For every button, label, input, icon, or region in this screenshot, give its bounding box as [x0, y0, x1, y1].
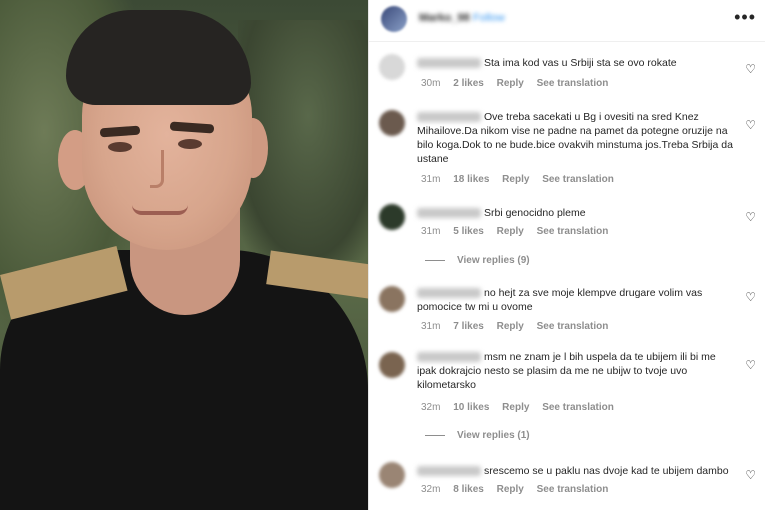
view-replies-button[interactable]: View replies (1): [425, 430, 530, 441]
comments-panel: Marko_98 Follow ••• Sta ima kod vas u Sr…: [368, 0, 765, 510]
comment-likes[interactable]: 5 likes: [453, 226, 484, 237]
see-translation-link[interactable]: See translation: [542, 402, 614, 413]
follow-button[interactable]: Follow: [473, 12, 505, 24]
comment-likes[interactable]: 7 likes: [453, 321, 484, 332]
comment-time: 32m: [421, 402, 441, 413]
commenter-username[interactable]: [417, 288, 481, 299]
comment-meta: 31m 18 likes Reply See translation: [421, 174, 624, 185]
see-translation-link[interactable]: See translation: [537, 78, 609, 89]
heart-icon[interactable]: ♡: [745, 468, 756, 482]
commenter-avatar[interactable]: [379, 352, 405, 378]
more-horizontal-icon[interactable]: •••: [734, 8, 756, 26]
see-translation-link[interactable]: See translation: [537, 484, 609, 495]
see-translation-link[interactable]: See translation: [537, 321, 609, 332]
commenter-username[interactable]: [417, 466, 481, 477]
reply-button[interactable]: Reply: [497, 78, 524, 89]
hair: [66, 10, 251, 105]
divider-line: [425, 434, 445, 436]
view-replies-button[interactable]: View replies (9): [425, 255, 530, 266]
comment-text: msm ne znam je l bih uspela da te ubijem…: [417, 351, 716, 391]
comment-time: 30m: [421, 78, 441, 89]
comment-time: 31m: [421, 226, 441, 237]
commenter-username[interactable]: [417, 112, 481, 123]
comment-meta: 31m 5 likes Reply See translation: [421, 226, 618, 237]
comment-meta: 30m 2 likes Reply See translation: [421, 78, 618, 89]
see-translation-link[interactable]: See translation: [542, 174, 614, 185]
comment-text: srescemo se u paklu nas dvoje kad te ubi…: [417, 464, 737, 478]
commenter-avatar[interactable]: [379, 110, 405, 136]
heart-icon[interactable]: ♡: [745, 62, 756, 76]
commenter-username[interactable]: [417, 352, 481, 363]
heart-icon[interactable]: ♡: [745, 290, 756, 304]
nose: [150, 150, 164, 188]
comment-text: Ove treba sacekati u Bg i ovesiti na sre…: [417, 111, 733, 165]
comment-text: no hejt za sve moje klempve drugare voli…: [417, 287, 703, 313]
comment-meta: 32m 8 likes Reply See translation: [421, 484, 618, 495]
comment-time: 31m: [421, 174, 441, 185]
see-translation-link[interactable]: See translation: [537, 226, 609, 237]
author-avatar[interactable]: [381, 6, 407, 32]
post-photo: [0, 0, 368, 510]
reply-button[interactable]: Reply: [497, 321, 524, 332]
heart-icon[interactable]: ♡: [745, 118, 756, 132]
reply-button[interactable]: Reply: [497, 484, 524, 495]
eye: [178, 139, 202, 149]
commenter-avatar[interactable]: [379, 462, 405, 488]
post-header: Marko_98 Follow •••: [369, 0, 765, 42]
comment-meta: 31m 7 likes Reply See translation: [421, 321, 618, 332]
heart-icon[interactable]: ♡: [745, 358, 756, 372]
comment-likes[interactable]: 8 likes: [453, 484, 484, 495]
eye: [108, 142, 132, 152]
heart-icon[interactable]: ♡: [745, 210, 756, 224]
divider-line: [425, 259, 445, 261]
commenter-avatar[interactable]: [379, 204, 405, 230]
author-username[interactable]: Marko_98: [419, 12, 470, 24]
comment-likes[interactable]: 10 likes: [453, 402, 489, 413]
comment-time: 31m: [421, 321, 441, 332]
comment-likes[interactable]: 18 likes: [453, 174, 489, 185]
comment-time: 32m: [421, 484, 441, 495]
mouth: [132, 205, 188, 215]
commenter-username[interactable]: [417, 208, 481, 219]
comment-meta: 32m 10 likes Reply See translation: [421, 402, 624, 413]
comment-likes[interactable]: 2 likes: [453, 78, 484, 89]
reply-button[interactable]: Reply: [502, 174, 529, 185]
comment-text: Srbi genocidno pleme: [417, 206, 737, 220]
reply-button[interactable]: Reply: [497, 226, 524, 237]
commenter-avatar[interactable]: [379, 54, 405, 80]
reply-button[interactable]: Reply: [502, 402, 529, 413]
comment-text: Sta ima kod vas u Srbiji sta se ovo roka…: [417, 56, 737, 70]
commenter-username[interactable]: [417, 58, 481, 69]
commenter-avatar[interactable]: [379, 286, 405, 312]
